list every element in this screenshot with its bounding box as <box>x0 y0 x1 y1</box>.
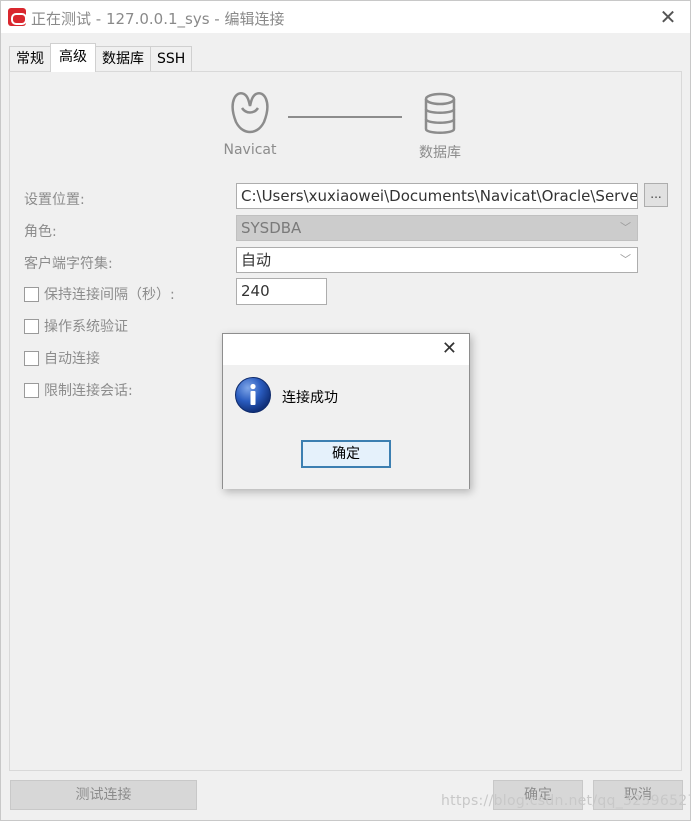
auto-connect-row: 自动连接 <box>24 348 100 368</box>
tab-database[interactable]: 数据库 <box>95 46 151 72</box>
auto-connect-checkbox[interactable] <box>24 350 39 366</box>
connection-graphic-svg <box>231 92 456 134</box>
window-title: 正在测试 - 127.0.0.1_sys - 编辑连接 <box>31 10 285 28</box>
role-select[interactable]: SYSDBA ﹀ <box>236 215 638 241</box>
auto-connect-label: 自动连接 <box>44 351 100 367</box>
os-auth-checkbox[interactable] <box>24 318 39 334</box>
database-label: 数据库 <box>419 145 461 161</box>
window-close-button[interactable]: ✕ <box>656 5 680 29</box>
keepalive-input[interactable]: 240 <box>236 278 327 305</box>
tab-ssh[interactable]: SSH <box>150 46 193 72</box>
connection-graphic: Navicat 数据库 <box>10 72 681 172</box>
browse-button[interactable]: ... <box>644 183 668 207</box>
dialog-ok-button[interactable]: 确定 <box>301 440 391 468</box>
keepalive-checkbox[interactable] <box>24 286 39 302</box>
navicat-app-icon <box>8 8 27 26</box>
info-icon <box>235 377 271 413</box>
charset-value: 自动 <box>241 251 272 269</box>
dialog-body: 连接成功 <box>223 365 469 489</box>
os-auth-label: 操作系统验证 <box>44 319 128 335</box>
database-icon <box>424 92 456 134</box>
keepalive-row: 保持连接间隔（秒）: <box>24 284 175 304</box>
role-label: 角色: <box>24 224 57 240</box>
test-connection-button[interactable]: 测试连接 <box>10 780 197 810</box>
os-auth-row: 操作系统验证 <box>24 316 128 336</box>
chevron-down-icon: ﹀ <box>620 253 631 266</box>
dialog-message: 连接成功 <box>282 390 338 406</box>
charset-select[interactable]: 自动 ﹀ <box>236 247 638 273</box>
dialog-close-button[interactable]: ✕ <box>442 338 457 360</box>
limit-session-row: 限制连接会话: <box>24 380 133 400</box>
keepalive-label: 保持连接间隔（秒）: <box>44 287 175 303</box>
location-field[interactable]: C:\Users\xuxiaowei\Documents\Navicat\Ora… <box>236 183 638 209</box>
title-bar[interactable]: 正在测试 - 127.0.0.1_sys - 编辑连接 ✕ <box>1 1 690 33</box>
watermark-text: https://blog.csdn.net/qq_32596527 <box>441 793 691 809</box>
navicat-logo-icon <box>231 92 269 134</box>
connection-success-dialog: ✕ 连接成功 确定 <box>222 333 470 489</box>
limit-session-checkbox[interactable] <box>24 382 39 398</box>
tab-advanced[interactable]: 高级 <box>50 43 96 72</box>
location-label: 设置位置: <box>24 192 85 208</box>
dialog-title-bar[interactable]: ✕ <box>223 334 469 365</box>
limit-session-label: 限制连接会话: <box>44 383 133 399</box>
tab-bar: 常规 高级 数据库 SSH <box>9 43 193 72</box>
tab-general[interactable]: 常规 <box>9 46 51 72</box>
chevron-down-icon: ﹀ <box>620 221 631 234</box>
role-value: SYSDBA <box>241 219 302 237</box>
navicat-label: Navicat <box>223 142 277 158</box>
charset-label: 客户端字符集: <box>24 256 113 272</box>
